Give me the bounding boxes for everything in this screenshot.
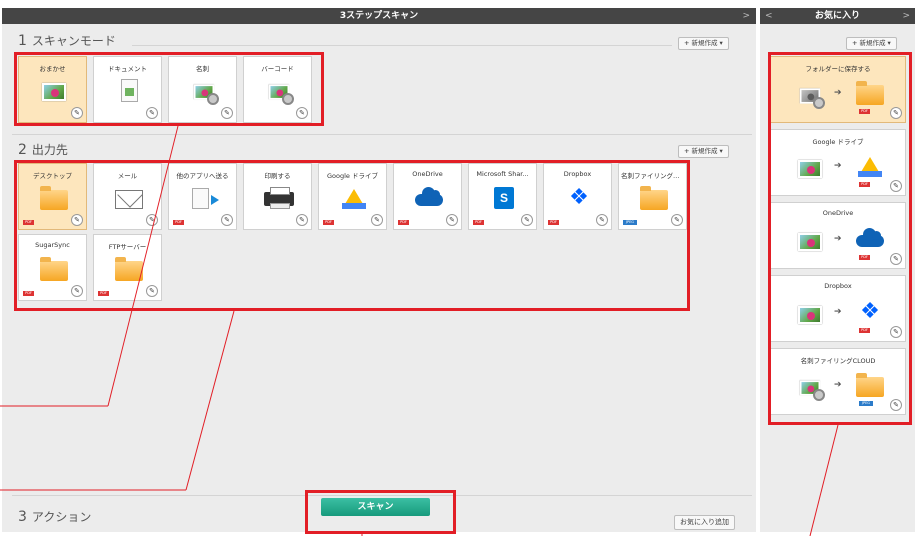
scan-mode-highlight xyxy=(14,52,324,126)
favorites-new-button[interactable]: + 新規作成 ▾ xyxy=(846,37,897,50)
new-button-label: 新規作成 ▾ xyxy=(691,39,723,47)
favorites-highlight xyxy=(768,52,912,425)
divider xyxy=(132,45,672,46)
plus-icon: + xyxy=(684,39,690,47)
plus-icon: + xyxy=(852,39,858,47)
favorites-titlebar: < お気に入り > xyxy=(760,8,915,24)
window-title: 3ステップスキャン xyxy=(339,11,419,21)
output-new-button[interactable]: + 新規作成 ▾ xyxy=(678,145,729,158)
scan-button-highlight xyxy=(305,490,456,534)
section-label: アクション xyxy=(31,510,92,524)
divider xyxy=(12,134,752,135)
favorites-title: お気に入り xyxy=(814,11,860,21)
new-button-label: 新規作成 ▾ xyxy=(859,39,891,47)
panel-left-arrow-icon[interactable]: < xyxy=(765,8,773,24)
plus-icon: + xyxy=(684,147,690,155)
scan-mode-new-button[interactable]: + 新規作成 ▾ xyxy=(678,37,729,50)
panel-right-arrow-icon[interactable]: > xyxy=(902,8,910,24)
section-label: 出力先 xyxy=(31,143,68,157)
output-highlight xyxy=(14,160,690,311)
add-favorite-button[interactable]: お気に入り追加 xyxy=(674,515,735,530)
collapse-arrow-icon[interactable]: > xyxy=(742,8,750,24)
section-number: 2 xyxy=(18,142,27,158)
action-heading: 3 アクション xyxy=(18,508,91,525)
scan-mode-heading: 1 スキャンモード xyxy=(18,32,116,49)
section-label: スキャンモード xyxy=(31,34,116,48)
new-button-label: 新規作成 ▾ xyxy=(691,147,723,155)
output-heading: 2 出力先 xyxy=(18,141,68,158)
section-number: 3 xyxy=(18,509,27,525)
section-number: 1 xyxy=(18,33,27,49)
window-titlebar: 3ステップスキャン > xyxy=(2,8,756,24)
